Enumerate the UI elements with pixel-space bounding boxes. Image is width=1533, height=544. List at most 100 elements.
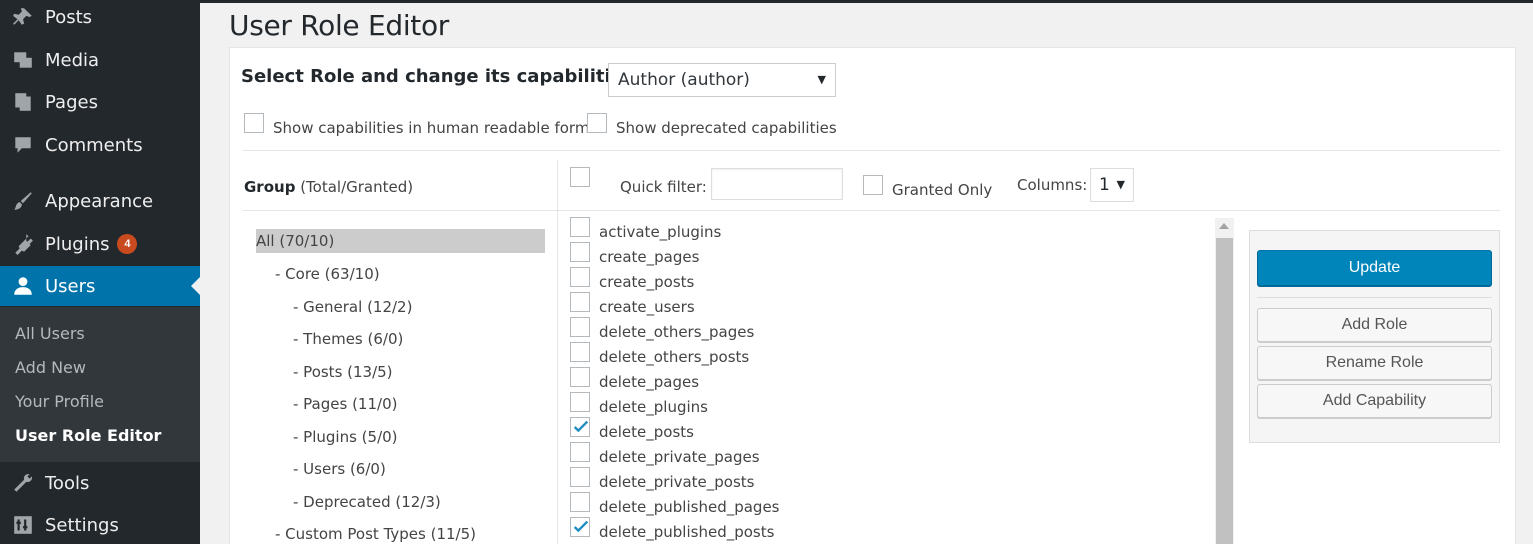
- menu-item-users[interactable]: Users: [0, 266, 200, 306]
- menu-label: Settings: [45, 514, 119, 536]
- capability-label: create_posts: [599, 273, 695, 291]
- human-readable-checkbox[interactable]: [244, 113, 264, 133]
- capability-checkbox[interactable]: [570, 442, 590, 462]
- granted-only-checkbox[interactable]: [863, 175, 883, 195]
- group-item-custom-post-types[interactable]: - Custom Post Types (11/5): [275, 525, 476, 543]
- capability-label: delete_plugins: [599, 398, 708, 416]
- submenu-add-new[interactable]: Add New: [15, 358, 86, 377]
- update-button[interactable]: Update: [1257, 250, 1492, 286]
- wrench-icon: [11, 471, 35, 495]
- checkmark-icon: [573, 520, 589, 533]
- capability-checkbox[interactable]: [570, 292, 590, 312]
- comment-icon: [11, 133, 35, 157]
- menu-item-settings[interactable]: Settings: [0, 505, 200, 544]
- columns-select[interactable]: 1 ▼: [1090, 168, 1134, 202]
- menu-label: Media: [45, 49, 100, 71]
- menu-item-media[interactable]: Media: [0, 40, 200, 80]
- menu-label: Comments: [45, 134, 143, 156]
- menu-item-pages[interactable]: Pages: [0, 82, 200, 122]
- brush-icon: [11, 189, 35, 213]
- group-item-users[interactable]: - Users (6/0): [293, 460, 386, 478]
- chevron-down-icon: ▼: [1116, 178, 1125, 191]
- scrollbar-thumb[interactable]: [1216, 238, 1233, 544]
- capability-checkbox[interactable]: [570, 467, 590, 487]
- plug-icon: [11, 232, 35, 256]
- capability-checkbox[interactable]: [570, 317, 590, 337]
- granted-only-label: Granted Only: [892, 181, 993, 199]
- menu-label: Users: [45, 275, 96, 297]
- select-role-label: Select Role and change its capabilities:: [241, 66, 641, 87]
- menu-label: Appearance: [45, 190, 154, 212]
- pin-icon: [11, 5, 35, 29]
- capability-label: delete_private_pages: [599, 448, 760, 466]
- group-header-rest: (Total/Granted): [295, 178, 414, 196]
- select-all-checkbox[interactable]: [570, 167, 590, 187]
- capability-label: create_pages: [599, 248, 700, 266]
- capability-label: delete_posts: [599, 423, 694, 441]
- quick-filter-label: Quick filter:: [620, 178, 707, 196]
- capability-checkbox[interactable]: [570, 367, 590, 387]
- capability-label: activate_plugins: [599, 223, 722, 241]
- user-icon: [11, 274, 35, 298]
- media-icon: [11, 48, 35, 72]
- add-capability-button[interactable]: Add Capability: [1257, 384, 1492, 418]
- group-item-themes[interactable]: - Themes (6/0): [293, 330, 403, 348]
- column-separator: [557, 160, 558, 544]
- scroll-up-arrow-icon[interactable]: [1219, 223, 1229, 229]
- menu-item-plugins[interactable]: Plugins 4: [0, 224, 200, 264]
- capability-label: delete_published_posts: [599, 523, 775, 541]
- human-readable-label: Show capabilities in human readable form: [273, 119, 590, 137]
- add-role-button[interactable]: Add Role: [1257, 308, 1492, 342]
- role-select-value: Author (author): [618, 70, 750, 90]
- capability-label: delete_pages: [599, 373, 700, 391]
- capability-checkbox[interactable]: [570, 392, 590, 412]
- columns-select-value: 1: [1099, 175, 1110, 195]
- role-select[interactable]: Author (author) ▼: [608, 63, 836, 97]
- submenu-all-users[interactable]: All Users: [15, 324, 85, 343]
- deprecated-checkbox[interactable]: [587, 113, 607, 133]
- menu-item-appearance[interactable]: Appearance: [0, 181, 200, 221]
- capability-label: delete_others_posts: [599, 348, 750, 366]
- submenu-user-role-editor[interactable]: User Role Editor: [15, 426, 161, 445]
- capability-checkbox[interactable]: [570, 492, 590, 512]
- capability-checkbox[interactable]: [570, 267, 590, 287]
- group-item-deprecated[interactable]: - Deprecated (12/3): [293, 493, 441, 511]
- group-header-bold: Group: [244, 178, 296, 196]
- capability-checkbox[interactable]: [570, 517, 590, 537]
- chevron-down-icon: ▼: [817, 73, 826, 86]
- capability-label: delete_published_pages: [599, 498, 780, 516]
- group-item-all[interactable]: All (70/10): [256, 229, 545, 253]
- capability-checkbox[interactable]: [570, 342, 590, 362]
- group-item-general[interactable]: - General (12/2): [293, 298, 412, 316]
- divider: [1257, 297, 1492, 298]
- group-item-posts[interactable]: - Posts (13/5): [293, 363, 393, 381]
- capability-checkbox[interactable]: [570, 417, 590, 437]
- divider: [243, 210, 1500, 211]
- group-item-core[interactable]: - Core (63/10): [275, 265, 380, 283]
- menu-label: Tools: [45, 472, 90, 494]
- quick-filter-input[interactable]: [711, 168, 843, 200]
- deprecated-label: Show deprecated capabilities: [616, 119, 837, 137]
- capability-checkbox[interactable]: [570, 242, 590, 262]
- menu-item-comments[interactable]: Comments: [0, 125, 200, 165]
- menu-label: Pages: [45, 91, 98, 113]
- submenu-your-profile[interactable]: Your Profile: [15, 392, 104, 411]
- checkmark-icon: [573, 420, 589, 433]
- rename-role-button[interactable]: Rename Role: [1257, 346, 1492, 380]
- admin-bar-edge: [200, 0, 1533, 3]
- columns-label: Columns:: [1017, 176, 1088, 194]
- menu-label: Posts: [45, 6, 93, 28]
- admin-sidebar: Posts Media Pages Comments Appearance Pl…: [0, 0, 200, 544]
- capability-checkbox[interactable]: [570, 217, 590, 237]
- menu-item-tools[interactable]: Tools: [0, 463, 200, 503]
- settings-icon: [11, 513, 35, 537]
- group-item-plugins[interactable]: - Plugins (5/0): [293, 428, 398, 446]
- divider: [243, 150, 1500, 151]
- menu-label: Plugins: [45, 233, 110, 255]
- capability-label: delete_others_pages: [599, 323, 755, 341]
- plugins-update-badge: 4: [117, 234, 138, 254]
- page-title: User Role Editor: [229, 9, 450, 42]
- group-item-pages[interactable]: - Pages (11/0): [293, 395, 397, 413]
- capability-label: create_users: [599, 298, 695, 316]
- menu-item-posts[interactable]: Posts: [0, 0, 200, 37]
